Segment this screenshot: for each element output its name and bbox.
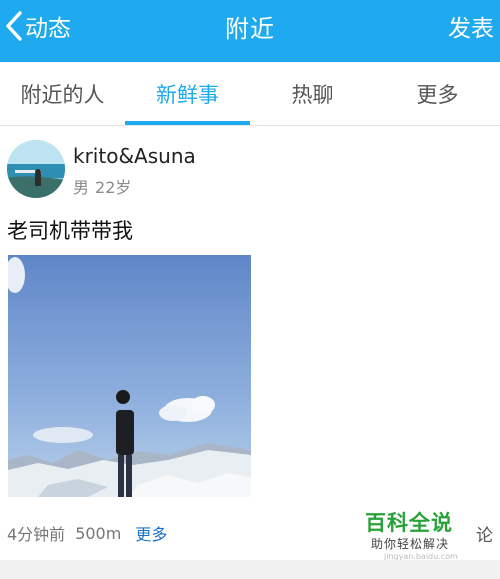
watermark-title: 百科全说 [365,511,453,535]
avatar[interactable] [7,140,65,198]
tab-whats-new[interactable]: 新鲜事 [125,62,250,125]
publish-button[interactable]: 发表 [448,9,494,43]
watermark-subtitle: 助你轻松解决 [371,537,450,551]
tab-more[interactable]: 更多 [375,62,500,125]
comment-button[interactable]: 论 [476,521,493,546]
user-gender: 男 [73,178,90,197]
user-meta: 男 22岁 [73,174,131,198]
watermark: 百科全说 助你轻松解决 jingyan.baidu.com [362,505,468,561]
feed-item: krito&Asuna 男 22岁 老司机带带我 4分钟前 500m 更多 论 … [0,127,500,561]
tab-bar: 附近的人 新鲜事 热聊 更多 [0,62,500,126]
post-text: 老司机带带我 [7,219,133,243]
post-distance: 500m [75,523,122,543]
more-link[interactable]: 更多 [135,521,167,545]
user-age: 22岁 [95,178,132,197]
post-time: 4分钟前 [7,525,66,544]
page-title: 附近 [225,15,275,43]
tab-nearby-people[interactable]: 附近的人 [0,62,125,125]
post-photo[interactable] [8,255,251,497]
bottom-divider [0,560,500,579]
post-username[interactable]: krito&Asuna [73,144,196,168]
tab-hot-chat[interactable]: 热聊 [250,62,375,125]
top-nav-bar: 动态 附近 发表 [0,0,500,62]
